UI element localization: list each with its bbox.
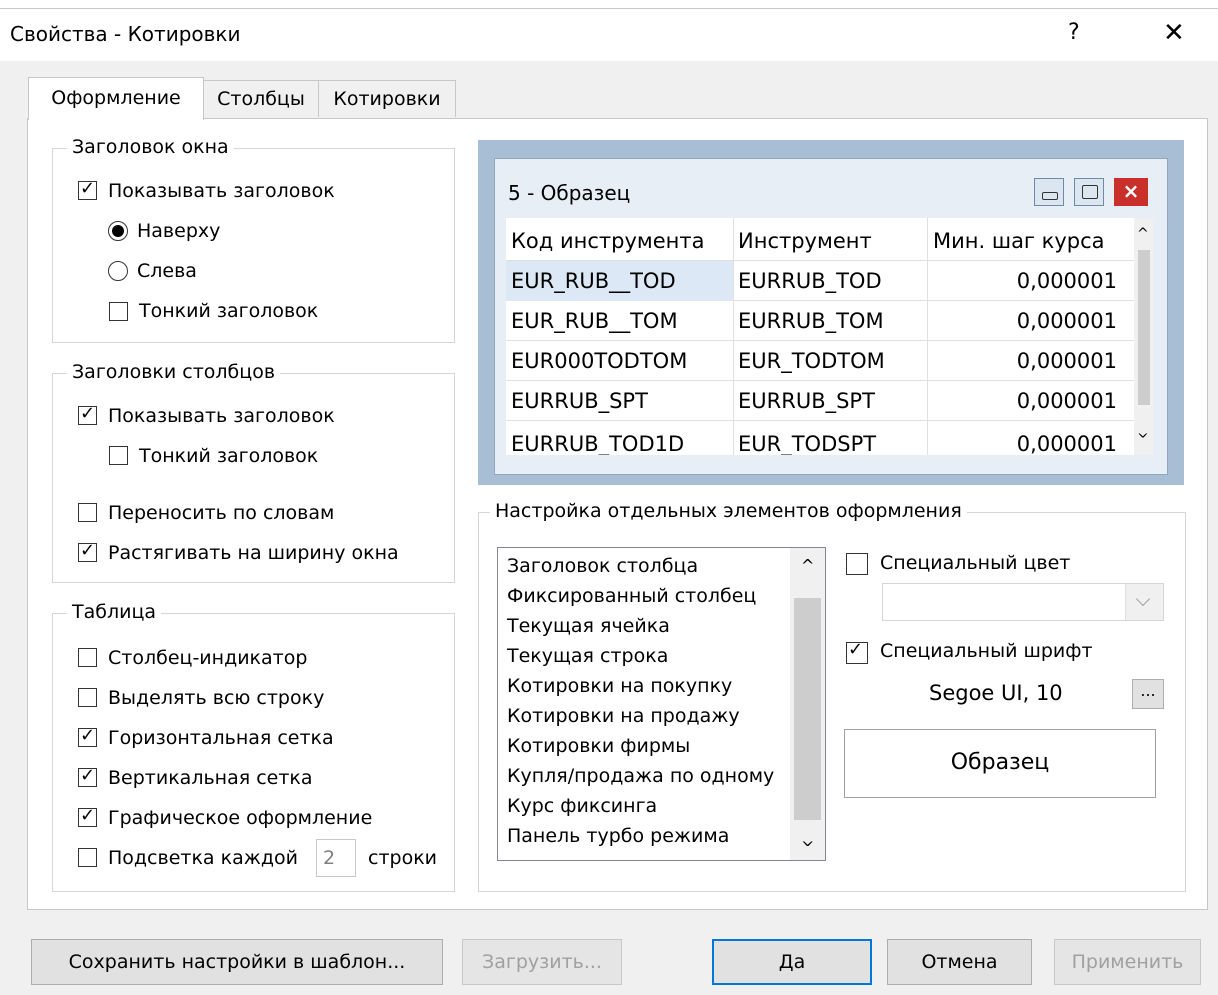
horizontal-grid-label: Горизонтальная сетка	[108, 727, 334, 749]
list-item[interactable]: Купля/продажа по одному	[507, 761, 774, 791]
select-row-checkbox[interactable]	[78, 688, 97, 707]
wrap-words-label: Переносить по словам	[108, 502, 335, 524]
scroll-down-icon[interactable]: ^	[801, 830, 814, 849]
apply-button[interactable]: Применить	[1054, 939, 1201, 985]
show-header-label: Показывать заголовок	[108, 405, 335, 427]
grid-cell[interactable]: 0,000001	[927, 261, 1117, 301]
show-title-checkbox[interactable]	[78, 178, 97, 200]
position-top-radio[interactable]	[108, 221, 128, 241]
list-item[interactable]: Котировки на покупку	[507, 671, 774, 701]
position-left-radio[interactable]	[108, 261, 128, 281]
list-item[interactable]: Текущая строка	[507, 641, 774, 671]
column-header[interactable]: Инструмент	[738, 221, 927, 261]
list-item[interactable]: Котировки фирмы	[507, 731, 774, 761]
list-scrollbar[interactable]: ^ ^	[790, 548, 825, 860]
vertical-grid-label: Вертикальная сетка	[108, 767, 313, 789]
grid-cell[interactable]: 0,000001	[927, 424, 1117, 455]
minimize-icon[interactable]	[1034, 178, 1064, 206]
tab-appearance[interactable]: Оформление	[28, 77, 204, 120]
scroll-thumb[interactable]	[794, 598, 821, 820]
grid-cell[interactable]: 0,000001	[927, 301, 1117, 341]
tab-columns[interactable]: Столбцы	[202, 80, 320, 117]
thin-header-checkbox[interactable]	[109, 446, 128, 465]
grid-cell[interactable]: EURRUB_TOM	[738, 301, 927, 341]
font-picker-button[interactable]: ...	[1132, 679, 1164, 709]
group-elements-label: Настройка отдельных элементов оформления	[490, 500, 967, 522]
show-title-label: Показывать заголовок	[108, 180, 335, 202]
color-select[interactable]	[882, 583, 1164, 621]
grid-cell[interactable]: EURRUB_TOD1D	[511, 424, 733, 455]
grid-cell[interactable]: 0,000001	[927, 341, 1117, 381]
grid-cell[interactable]: EURRUB_TOD	[738, 261, 927, 301]
font-preview: Образец	[844, 729, 1156, 798]
sample-close-icon[interactable]: ×	[1114, 178, 1148, 206]
grid-cell[interactable]: EUR000TODTOM	[511, 341, 733, 381]
position-top-label: Наверху	[137, 220, 221, 242]
wrap-words-checkbox[interactable]	[78, 503, 97, 522]
tab-quotes[interactable]: Котировки	[318, 80, 456, 117]
graphic-style-checkbox[interactable]	[78, 805, 97, 827]
scroll-up-icon[interactable]: ^	[1137, 226, 1149, 242]
sample-grid: Код инструмента Инструмент Мин. шаг курс…	[506, 218, 1153, 455]
highlight-rows-checkbox[interactable]	[78, 848, 97, 867]
grid-scrollbar[interactable]: ^ ^	[1134, 218, 1153, 455]
grid-cell[interactable]: EURRUB_SPT	[738, 381, 927, 421]
special-font-checkbox[interactable]	[846, 639, 868, 664]
special-color-label: Специальный цвет	[880, 552, 1071, 574]
highlight-rows-label: Подсветка каждой	[108, 847, 298, 869]
group-table-label: Таблица	[67, 601, 162, 623]
load-button[interactable]: Загрузить...	[462, 939, 622, 985]
save-template-button[interactable]: Сохранить настройки в шаблон...	[31, 939, 443, 985]
grid-cell[interactable]: EURRUB_SPT	[511, 381, 733, 421]
special-color-checkbox[interactable]	[846, 553, 868, 575]
column-header[interactable]: Мин. шаг курса	[933, 221, 1123, 261]
horizontal-grid-checkbox[interactable]	[78, 725, 97, 747]
position-left-label: Слева	[137, 260, 197, 282]
maximize-icon[interactable]	[1074, 178, 1104, 206]
window-title: Свойства - Котировки	[10, 22, 241, 46]
list-item[interactable]: Заголовок столбца	[507, 551, 774, 581]
vertical-grid-checkbox[interactable]	[78, 765, 97, 787]
grid-cell[interactable]: 0,000001	[927, 381, 1117, 421]
stretch-checkbox[interactable]	[78, 540, 97, 562]
top-strip	[0, 0, 1218, 9]
group-column-headers-label: Заголовки столбцов	[67, 361, 281, 383]
stretch-label: Растягивать на ширину окна	[108, 542, 399, 564]
show-header-checkbox[interactable]	[78, 403, 97, 425]
indicator-column-checkbox[interactable]	[78, 648, 97, 667]
list-item[interactable]: Панель турбо режима	[507, 821, 774, 851]
font-value: Segoe UI, 10	[929, 681, 1063, 705]
list-item[interactable]: Фиксированный столбец	[507, 581, 774, 611]
ok-button[interactable]: Да	[712, 939, 872, 985]
elements-list[interactable]: Заголовок столбца Фиксированный столбец …	[497, 547, 826, 861]
scroll-down-icon[interactable]: ^	[1137, 423, 1149, 439]
group-window-title-label: Заголовок окна	[67, 136, 234, 158]
indicator-column-label: Столбец-индикатор	[108, 647, 308, 669]
thin-title-label: Тонкий заголовок	[139, 300, 319, 322]
list-item[interactable]: Котировки на продажу	[507, 701, 774, 731]
list-item[interactable]: Текущая ячейка	[507, 611, 774, 641]
highlight-rows-suffix: строки	[368, 847, 438, 869]
cancel-button[interactable]: Отмена	[887, 939, 1032, 985]
list-item[interactable]: Курс фиксинга	[507, 791, 774, 821]
grid-cell[interactable]: EUR_RUB__TOM	[511, 301, 733, 341]
special-font-label: Специальный шрифт	[880, 640, 1093, 662]
sample-title: 5 - Образец	[508, 181, 631, 205]
grid-cell[interactable]: EUR_TODTOM	[738, 341, 927, 381]
close-button[interactable]: ✕	[1163, 18, 1185, 48]
thin-header-label: Тонкий заголовок	[139, 445, 319, 467]
scroll-thumb[interactable]	[1138, 250, 1150, 405]
graphic-style-label: Графическое оформление	[108, 807, 373, 829]
grid-cell-current[interactable]: EUR_RUB__TOD	[506, 261, 733, 301]
column-header[interactable]: Код инструмента	[506, 221, 738, 261]
scroll-up-icon[interactable]: ^	[801, 556, 814, 575]
chevron-down-icon[interactable]	[1125, 584, 1163, 620]
help-button[interactable]: ?	[1068, 20, 1080, 45]
thin-title-checkbox[interactable]	[109, 302, 128, 321]
highlight-rows-input[interactable]	[316, 839, 356, 877]
select-row-label: Выделять всю строку	[108, 687, 325, 709]
grid-cell[interactable]: EUR_TODSPT	[738, 424, 927, 455]
